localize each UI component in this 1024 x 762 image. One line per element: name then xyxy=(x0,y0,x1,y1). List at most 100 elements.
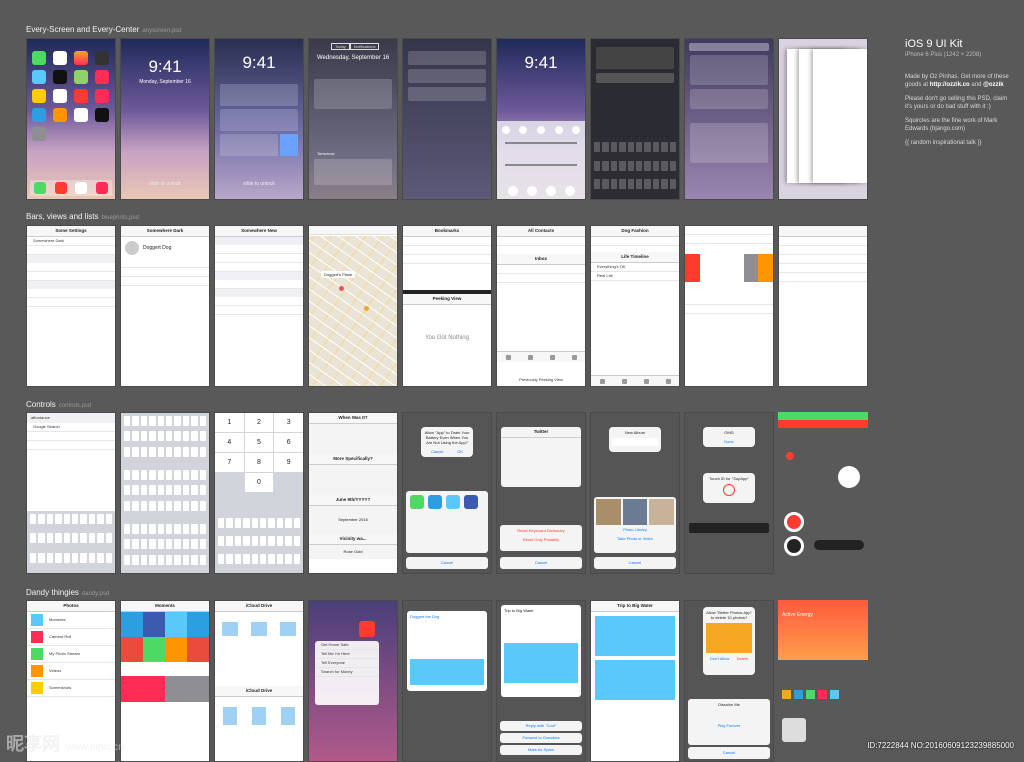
screen-lock-notifications[interactable]: 9:41 slide to unlock xyxy=(214,38,304,200)
settings-row[interactable] xyxy=(27,289,115,298)
keyboard[interactable] xyxy=(215,515,303,573)
form-field[interactable] xyxy=(215,254,303,263)
music-dock-icon[interactable] xyxy=(95,182,108,194)
screen-pickers[interactable]: When Was It? More Specifically? June 9th… xyxy=(308,412,398,574)
list-item[interactable] xyxy=(403,237,491,246)
color-swatch[interactable] xyxy=(782,690,791,699)
reply-action-button[interactable] xyxy=(280,134,298,156)
lock-notification[interactable] xyxy=(220,134,278,156)
quick-action[interactable]: Get Home Safe xyxy=(315,641,379,650)
lock-notification[interactable] xyxy=(220,84,298,106)
screen-bookmarks[interactable]: Bookmarks Peeking View You Got Nothing xyxy=(402,225,492,387)
lock-notification[interactable] xyxy=(220,109,298,131)
notification-row[interactable] xyxy=(408,51,486,65)
screen-keyboards[interactable] xyxy=(120,412,210,574)
screen-list-edit[interactable] xyxy=(778,225,868,387)
screen-peek-mail[interactable]: Doggert the Dog xyxy=(402,600,492,762)
bluetooth-icon[interactable] xyxy=(536,126,545,134)
picker[interactable] xyxy=(309,465,397,495)
spotlight-search[interactable] xyxy=(689,43,769,51)
peek-card[interactable]: Trip to Big Water xyxy=(501,605,581,697)
google-search[interactable]: Google Search xyxy=(27,423,115,432)
photos-icon[interactable] xyxy=(74,51,88,65)
color-swatch[interactable] xyxy=(794,690,803,699)
file-icon[interactable] xyxy=(281,707,296,725)
brightness-slider[interactable] xyxy=(505,142,577,144)
screen-widgets[interactable]: Active Energy xyxy=(778,600,868,762)
calculator-icon[interactable] xyxy=(545,186,556,196)
album-screenshots[interactable]: Screenshots xyxy=(27,680,115,697)
play-forever[interactable]: Play Forever xyxy=(688,723,770,728)
screen-3d-touch[interactable]: Get Home Safe Tell Me I'm Here Tell Ever… xyxy=(308,600,398,762)
list-item[interactable] xyxy=(779,273,867,282)
notes-icon[interactable] xyxy=(32,89,46,103)
mail-row[interactable] xyxy=(685,235,773,244)
screen-notifications-list[interactable] xyxy=(402,38,492,200)
form-field[interactable] xyxy=(215,306,303,315)
media-card[interactable]: Dissolve Me Play Forever xyxy=(688,699,770,745)
album-videos[interactable]: Videos xyxy=(27,663,115,680)
date-picker[interactable] xyxy=(309,424,397,454)
play-button[interactable] xyxy=(784,536,804,556)
tab-notifications[interactable]: Notifications xyxy=(349,43,380,50)
clock-icon[interactable] xyxy=(53,70,67,84)
phone-icon[interactable] xyxy=(34,182,47,194)
screen-home[interactable] xyxy=(26,38,116,200)
search-input[interactable]: affordance xyxy=(27,413,115,423)
key-3[interactable]: 3 xyxy=(274,413,303,432)
photo-library[interactable]: Photo Library xyxy=(594,527,676,532)
wifi-icon[interactable] xyxy=(519,126,528,134)
mail-row[interactable] xyxy=(685,305,773,314)
album-moments[interactable]: Moments xyxy=(27,612,115,629)
screen-app-switcher[interactable] xyxy=(778,38,868,200)
option-ok[interactable]: Everything's OK xyxy=(591,263,679,272)
screen-photo-picker[interactable]: New Album Photo Library Take Photo or Vi… xyxy=(590,412,680,574)
list-item[interactable] xyxy=(497,274,585,283)
screen-delete-alert[interactable]: Allow "Better Photos App" to delete 10 p… xyxy=(684,600,774,762)
color-swatch[interactable] xyxy=(830,690,839,699)
map-pin-icon[interactable] xyxy=(364,306,369,311)
list-item[interactable] xyxy=(591,237,679,246)
key-2[interactable]: 2 xyxy=(244,413,274,432)
number-pad[interactable]: 1 2 3 4 5 6 7 8 9 0 xyxy=(215,413,303,492)
reminders-icon[interactable] xyxy=(53,89,67,103)
peeking-view[interactable]: Peeking View You Got Nothing xyxy=(403,290,491,386)
screen-map[interactable]: Doggert's Place xyxy=(308,225,398,387)
color-swatch[interactable] xyxy=(806,690,815,699)
key-4[interactable]: 4 xyxy=(215,433,244,452)
settings-row[interactable] xyxy=(27,272,115,281)
photo-sheet[interactable]: Photo Library Take Photo or Video xyxy=(594,497,676,553)
volume-slider[interactable] xyxy=(505,164,577,166)
reset-privately[interactable]: Reset Only Privately xyxy=(500,537,582,542)
mail-icon[interactable] xyxy=(54,182,67,194)
file-icon[interactable] xyxy=(222,707,237,725)
media-scrubber[interactable] xyxy=(814,540,864,550)
form-field[interactable] xyxy=(215,280,303,289)
album-camera-roll[interactable]: Camera Roll xyxy=(27,629,115,646)
tab-bar[interactable] xyxy=(591,375,679,386)
folder-icon[interactable] xyxy=(280,622,297,636)
list-item[interactable] xyxy=(779,264,867,273)
screen-lock[interactable]: 9:41 Monday, September 16 slide to unloc… xyxy=(120,38,210,200)
form-field[interactable] xyxy=(215,263,303,272)
photo-thumb[interactable] xyxy=(649,499,675,525)
appstore-icon[interactable] xyxy=(32,108,46,122)
screen-control-center[interactable]: 9:41 xyxy=(496,38,586,200)
screen-contact[interactable]: Somewhere Dark Doggert Dog xyxy=(120,225,210,387)
screen-notification-center[interactable]: Today Notifications Wednesday, September … xyxy=(308,38,398,200)
videos-icon[interactable] xyxy=(95,70,109,84)
peek-card[interactable]: Doggert the Dog xyxy=(407,611,487,691)
music-icon[interactable] xyxy=(95,89,109,103)
calendar-icon[interactable] xyxy=(53,51,67,65)
list-item[interactable] xyxy=(497,237,585,246)
quick-action[interactable]: Tell Me I'm Here xyxy=(315,650,379,659)
handle-link[interactable]: @ozzik xyxy=(983,82,1004,88)
list-item[interactable] xyxy=(121,259,209,268)
trash-action[interactable] xyxy=(685,254,700,282)
screen-contacts-search[interactable]: All Contacts Inbox Previously Peeking Vi… xyxy=(496,225,586,387)
record-button[interactable] xyxy=(784,512,804,532)
edit-menu[interactable] xyxy=(689,523,769,533)
map-callout[interactable]: Doggert's Place xyxy=(321,271,356,278)
timer-icon[interactable] xyxy=(526,186,537,196)
dont-allow-button[interactable]: Don't Allow xyxy=(710,656,730,661)
